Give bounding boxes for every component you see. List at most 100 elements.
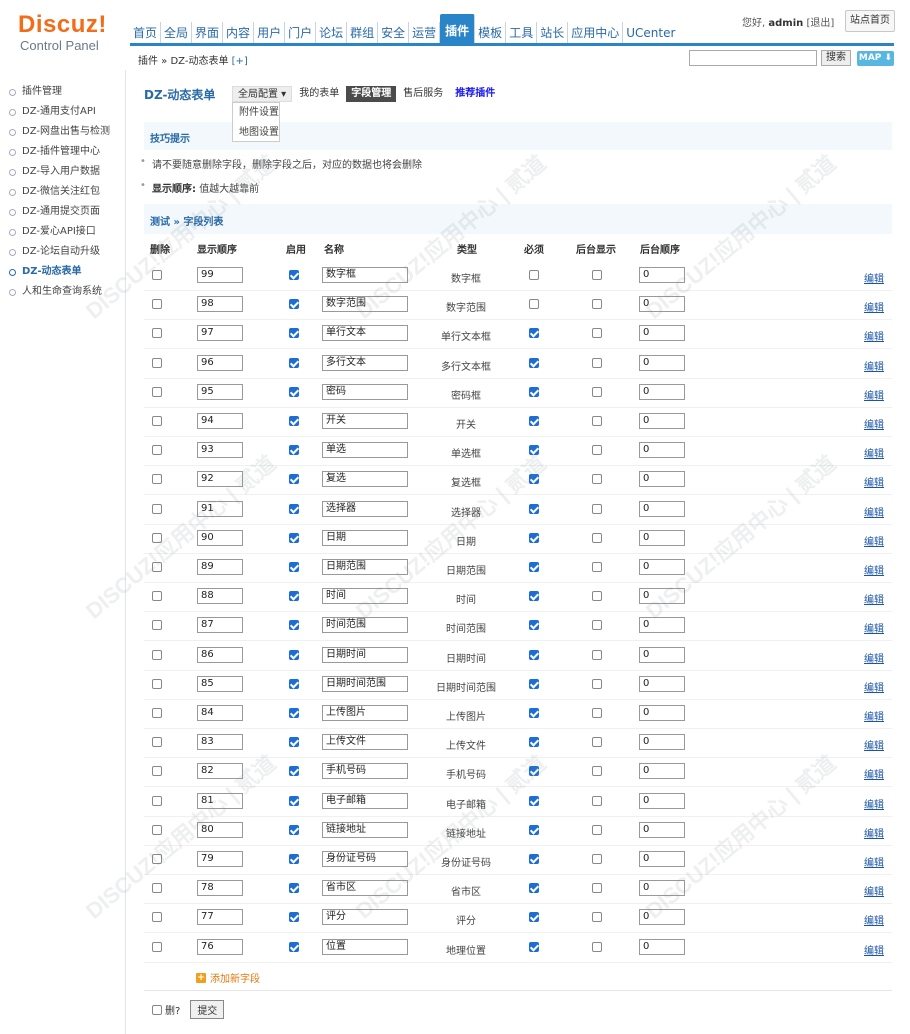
field-name-input[interactable]: 手机号码 bbox=[322, 763, 408, 780]
backend-order-input[interactable]: 0 bbox=[639, 471, 685, 488]
display-order-input[interactable]: 92 bbox=[197, 471, 243, 488]
required-checkbox[interactable] bbox=[529, 883, 539, 894]
sidebar-item-10[interactable]: 人和生命查询系统 bbox=[9, 282, 102, 302]
topnav-item-3[interactable]: 内容 bbox=[223, 22, 255, 44]
display-order-input[interactable]: 77 bbox=[197, 909, 243, 926]
enabled-checkbox[interactable] bbox=[289, 620, 299, 631]
backend-order-input[interactable]: 0 bbox=[639, 442, 685, 459]
tab-field-management[interactable]: 字段管理 bbox=[346, 86, 397, 102]
field-name-input[interactable]: 评分 bbox=[322, 909, 408, 926]
display-order-input[interactable]: 82 bbox=[197, 763, 243, 780]
field-name-input[interactable]: 开关 bbox=[322, 413, 408, 429]
delete-checkbox[interactable] bbox=[152, 678, 162, 689]
edit-link[interactable]: 编辑 bbox=[864, 591, 884, 606]
display-order-input[interactable]: 95 bbox=[197, 383, 243, 400]
backend-show-checkbox[interactable] bbox=[592, 912, 602, 923]
field-name-input[interactable]: 选择器 bbox=[322, 500, 408, 517]
field-name-input[interactable]: 多行文本 bbox=[322, 354, 408, 371]
field-name-input[interactable]: 单选 bbox=[322, 442, 408, 459]
enabled-checkbox[interactable] bbox=[289, 708, 299, 718]
topnav-item-12[interactable]: 工具 bbox=[506, 22, 538, 44]
delete-checkbox[interactable] bbox=[152, 649, 162, 660]
display-order-input[interactable]: 80 bbox=[197, 821, 243, 838]
backend-order-input[interactable]: 0 bbox=[639, 413, 685, 429]
delete-checkbox[interactable] bbox=[152, 795, 162, 806]
backend-order-input[interactable]: 0 bbox=[639, 296, 685, 313]
select-all-delete-checkbox[interactable] bbox=[152, 1004, 162, 1015]
required-checkbox[interactable] bbox=[529, 912, 539, 923]
delete-checkbox[interactable] bbox=[152, 854, 162, 864]
enabled-checkbox[interactable] bbox=[289, 678, 299, 689]
backend-order-input[interactable]: 0 bbox=[639, 500, 685, 517]
required-checkbox[interactable] bbox=[529, 708, 539, 718]
backend-show-checkbox[interactable] bbox=[592, 678, 602, 689]
edit-link[interactable]: 编辑 bbox=[864, 854, 884, 869]
required-checkbox[interactable] bbox=[529, 386, 539, 397]
topnav-item-6[interactable]: 论坛 bbox=[316, 22, 348, 44]
display-order-input[interactable]: 85 bbox=[197, 675, 243, 692]
backend-order-input[interactable]: 0 bbox=[639, 880, 685, 897]
enabled-checkbox[interactable] bbox=[289, 854, 299, 864]
backend-order-input[interactable]: 0 bbox=[639, 617, 685, 634]
display-order-input[interactable]: 87 bbox=[197, 617, 243, 634]
required-checkbox[interactable] bbox=[529, 445, 539, 456]
enabled-checkbox[interactable] bbox=[289, 474, 299, 485]
edit-link[interactable]: 编辑 bbox=[864, 416, 884, 431]
delete-checkbox[interactable] bbox=[152, 357, 162, 368]
backend-show-checkbox[interactable] bbox=[592, 824, 602, 835]
delete-checkbox[interactable] bbox=[152, 474, 162, 485]
enabled-checkbox[interactable] bbox=[289, 824, 299, 835]
delete-checkbox[interactable] bbox=[152, 416, 162, 426]
sidebar-item-4[interactable]: DZ-导入用户数据 bbox=[9, 162, 100, 182]
delete-checkbox[interactable] bbox=[152, 328, 162, 339]
enabled-checkbox[interactable] bbox=[289, 532, 299, 543]
backend-show-checkbox[interactable] bbox=[592, 562, 602, 572]
enabled-checkbox[interactable] bbox=[289, 416, 299, 426]
delete-checkbox[interactable] bbox=[152, 591, 162, 602]
delete-checkbox[interactable] bbox=[152, 562, 162, 572]
required-checkbox[interactable] bbox=[529, 678, 539, 689]
backend-order-input[interactable]: 0 bbox=[639, 938, 685, 955]
required-checkbox[interactable] bbox=[529, 795, 539, 806]
backend-show-checkbox[interactable] bbox=[592, 941, 602, 952]
sidebar-item-1[interactable]: DZ-通用支付API bbox=[9, 102, 96, 122]
edit-link[interactable]: 编辑 bbox=[864, 679, 884, 694]
topnav-item-2[interactable]: 界面 bbox=[192, 22, 224, 44]
required-checkbox[interactable] bbox=[529, 766, 539, 777]
display-order-input[interactable]: 98 bbox=[197, 296, 243, 313]
required-checkbox[interactable] bbox=[529, 562, 539, 572]
edit-link[interactable]: 编辑 bbox=[864, 766, 884, 781]
backend-show-checkbox[interactable] bbox=[592, 620, 602, 631]
backend-show-checkbox[interactable] bbox=[592, 503, 602, 514]
edit-link[interactable]: 编辑 bbox=[864, 912, 884, 927]
field-name-input[interactable]: 上传文件 bbox=[322, 734, 408, 751]
backend-order-input[interactable]: 0 bbox=[639, 529, 685, 546]
edit-link[interactable]: 编辑 bbox=[864, 737, 884, 752]
topnav-item-4[interactable]: 用户 bbox=[254, 22, 286, 44]
topnav-item-0[interactable]: 首页 bbox=[130, 22, 162, 44]
dropdown-item-map[interactable]: 地图设置 bbox=[233, 123, 279, 143]
backend-show-checkbox[interactable] bbox=[592, 328, 602, 339]
sidebar-item-5[interactable]: DZ-微信关注红包 bbox=[9, 182, 100, 202]
delete-checkbox[interactable] bbox=[152, 941, 162, 952]
backend-show-checkbox[interactable] bbox=[592, 649, 602, 660]
field-name-input[interactable]: 位置 bbox=[322, 938, 408, 955]
edit-link[interactable]: 编辑 bbox=[864, 387, 884, 402]
topnav-item-7[interactable]: 群组 bbox=[347, 22, 379, 44]
delete-checkbox[interactable] bbox=[152, 386, 162, 397]
backend-show-checkbox[interactable] bbox=[592, 591, 602, 602]
tab-my-forms[interactable]: 我的表单 bbox=[294, 86, 344, 102]
add-field-link[interactable]: + 添加新字段 bbox=[196, 970, 260, 985]
delete-checkbox[interactable] bbox=[152, 737, 162, 748]
required-checkbox[interactable] bbox=[529, 503, 539, 514]
backend-show-checkbox[interactable] bbox=[592, 299, 602, 310]
required-checkbox[interactable] bbox=[529, 649, 539, 660]
sidebar-item-6[interactable]: DZ-通用提交页面 bbox=[9, 202, 100, 222]
display-order-input[interactable]: 90 bbox=[197, 529, 243, 546]
topnav-item-14[interactable]: 应用中心 bbox=[568, 22, 624, 44]
delete-checkbox[interactable] bbox=[152, 912, 162, 923]
delete-checkbox[interactable] bbox=[152, 503, 162, 514]
display-order-input[interactable]: 76 bbox=[197, 938, 243, 955]
required-checkbox[interactable] bbox=[529, 591, 539, 602]
field-name-input[interactable]: 电子邮箱 bbox=[322, 792, 408, 809]
